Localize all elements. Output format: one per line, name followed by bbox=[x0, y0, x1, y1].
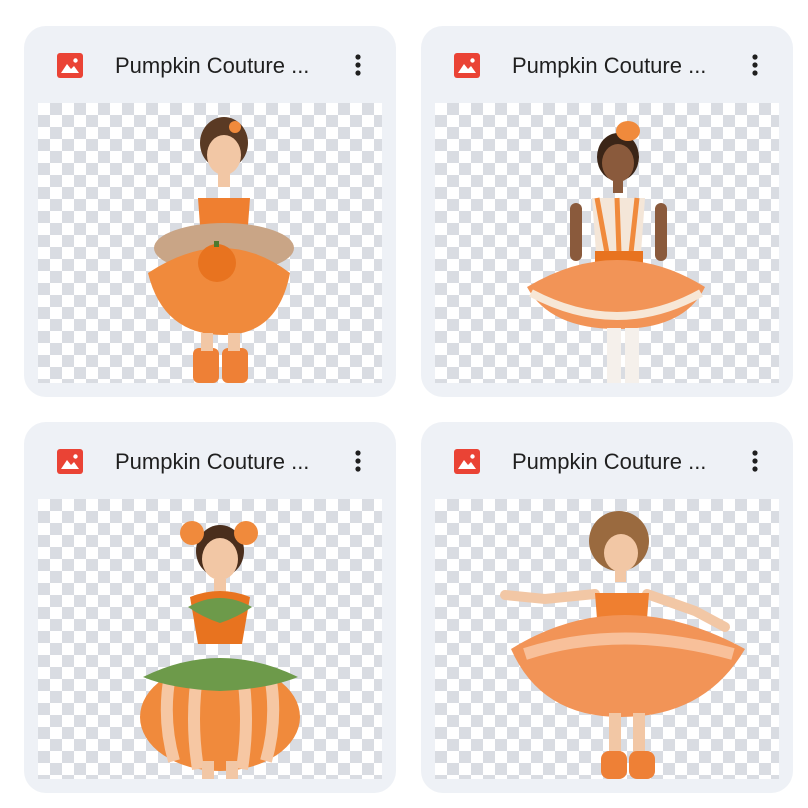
file-card[interactable]: Pumpkin Couture ... bbox=[421, 26, 793, 397]
more-options-icon[interactable] bbox=[743, 445, 767, 477]
file-card-header: Pumpkin Couture ... bbox=[421, 422, 793, 500]
file-thumbnail[interactable] bbox=[435, 499, 779, 779]
image-file-icon bbox=[454, 449, 480, 474]
file-title: Pumpkin Couture ... bbox=[115, 449, 310, 474]
file-thumbnail[interactable] bbox=[435, 103, 779, 383]
image-file-icon bbox=[454, 53, 480, 78]
file-card[interactable]: Pumpkin Couture ... bbox=[421, 422, 793, 793]
file-card[interactable]: Pumpkin Couture ... bbox=[24, 26, 396, 397]
image-file-icon bbox=[57, 449, 83, 474]
more-options-icon[interactable] bbox=[346, 49, 370, 81]
girl-in-knit-pumpkin-costume-image bbox=[140, 521, 300, 779]
girl-in-ruffled-pumpkin-dress-image bbox=[527, 121, 705, 383]
more-options-icon[interactable] bbox=[743, 49, 767, 81]
file-title: Pumpkin Couture ... bbox=[115, 53, 310, 78]
file-title: Pumpkin Couture ... bbox=[512, 449, 707, 474]
file-card[interactable]: Pumpkin Couture ... bbox=[24, 422, 396, 793]
file-thumbnail[interactable] bbox=[38, 103, 382, 383]
girl-in-pumpkin-tutu-image bbox=[148, 117, 294, 383]
file-grid: Pumpkin Couture ... Pumpkin Couture ... … bbox=[0, 0, 808, 808]
file-card-header: Pumpkin Couture ... bbox=[421, 26, 793, 104]
file-title: Pumpkin Couture ... bbox=[512, 53, 707, 78]
image-file-icon bbox=[57, 53, 83, 78]
twirling-girl-in-orange-tutu-image bbox=[500, 511, 745, 779]
file-card-header: Pumpkin Couture ... bbox=[24, 26, 396, 104]
file-thumbnail[interactable] bbox=[38, 499, 382, 779]
file-card-header: Pumpkin Couture ... bbox=[24, 422, 396, 500]
more-options-icon[interactable] bbox=[346, 445, 370, 477]
